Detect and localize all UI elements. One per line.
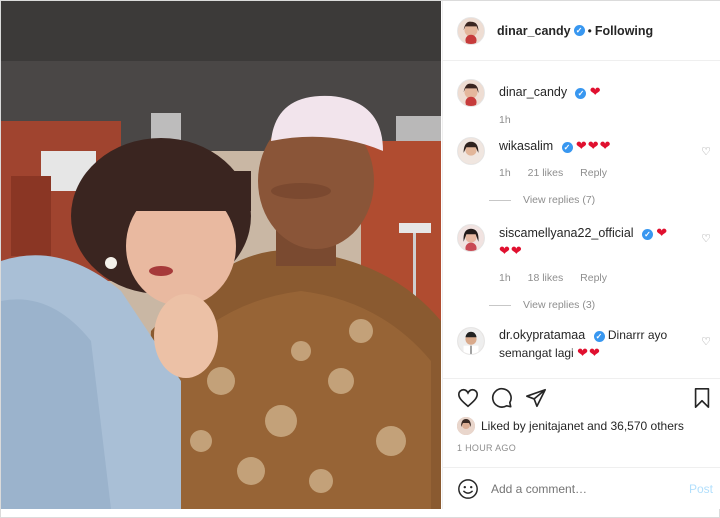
view-replies-label: View replies (3) (523, 299, 596, 311)
reply-button[interactable]: Reply (580, 272, 607, 284)
commenter-avatar[interactable] (457, 137, 485, 165)
likes-and: and (587, 419, 608, 433)
bookmark-icon[interactable] (691, 387, 713, 409)
comment-text-line2: ❤❤ (499, 243, 523, 258)
commenter-avatar[interactable] (457, 327, 485, 355)
comment-text-line2: semangat lagi (499, 346, 574, 360)
reply-button[interactable]: Reply (580, 167, 607, 179)
post-actions: Liked by jenitajanet and 36,570 others 1… (443, 378, 720, 509)
author-username[interactable]: dinar_candy (497, 24, 571, 38)
following-button[interactable]: Following (595, 24, 653, 38)
commenter-username[interactable]: wikasalim (499, 139, 553, 153)
caption-time[interactable]: 1h (499, 114, 511, 126)
add-comment-bar: Post (443, 467, 720, 510)
verified-badge-icon: ✓ (641, 229, 653, 240)
caption-avatar[interactable] (457, 79, 485, 107)
comments-list[interactable]: dinar_candy ✓ ❤ 1h wikasalim ✓ ❤❤❤ 1h 21… (443, 62, 720, 378)
commenter-username[interactable]: dr.okypratamaa (499, 328, 585, 342)
comment-item: wikasalim ✓ ❤❤❤ 1h 21 likes Reply ♡ View… (457, 137, 713, 206)
view-replies-button[interactable]: View replies (3) (489, 299, 713, 311)
comment-heart-icon[interactable]: ♡ (701, 335, 711, 348)
comment-heart-icon[interactable]: ♡ (701, 232, 711, 245)
comment-text: ❤❤❤ (575, 138, 612, 153)
post-side-panel: dinar_candy ✓ • Following dinar_candy ✓ (442, 1, 720, 509)
share-icon[interactable] (525, 387, 547, 409)
comment-text-line1: Dinarrr ayo (607, 328, 668, 342)
comment-likes[interactable]: 18 likes (528, 272, 564, 284)
comment-likes[interactable]: 21 likes (528, 167, 564, 179)
comment-item: dr.okypratamaa ✓ Dinarrr ayo semangat la… (457, 327, 713, 362)
comment-text-line1: ❤ (656, 225, 669, 240)
commenter-username[interactable]: siscamellyana22_official (499, 226, 634, 240)
first-liker[interactable]: jenitajanet (529, 419, 584, 433)
post-comment-button[interactable]: Post (689, 482, 713, 496)
verified-badge-icon: ✓ (575, 88, 587, 99)
likes-count[interactable]: 36,570 others (610, 419, 683, 433)
photo-illustration (1, 1, 441, 509)
caption-text: ❤ (589, 84, 602, 99)
comment-time[interactable]: 1h (499, 272, 511, 284)
view-replies-button[interactable]: View replies (7) (489, 194, 713, 206)
add-comment-input[interactable] (491, 482, 689, 496)
likes-prefix: Liked by (481, 419, 526, 433)
emoji-icon[interactable] (457, 478, 479, 500)
comment-hearts: ❤❤ (577, 345, 601, 360)
heart-icon[interactable] (457, 387, 479, 409)
instagram-post-window: dinar_candy ✓ • Following dinar_candy ✓ (0, 0, 720, 518)
post-header: dinar_candy ✓ • Following (443, 1, 720, 61)
likes-summary[interactable]: Liked by jenitajanet and 36,570 others (457, 417, 684, 435)
post-timestamp[interactable]: 1 HOUR AGO (457, 443, 516, 453)
comment-item: siscamellyana22_official ✓ ❤ ❤❤ 1h 18 li… (457, 224, 713, 311)
header-separator: • (587, 23, 592, 38)
verified-badge-icon: ✓ (573, 25, 585, 36)
view-replies-label: View replies (7) (523, 194, 596, 206)
comment-icon[interactable] (491, 387, 513, 409)
commenter-avatar[interactable] (457, 224, 485, 252)
comment-time[interactable]: 1h (499, 167, 511, 179)
author-avatar[interactable] (457, 16, 485, 45)
liker-avatar[interactable] (457, 417, 475, 435)
post-photo[interactable] (1, 1, 441, 509)
caption-item: dinar_candy ✓ ❤ 1h (457, 79, 713, 129)
action-icons-row (457, 387, 713, 413)
comment-heart-icon[interactable]: ♡ (701, 145, 711, 158)
caption-username[interactable]: dinar_candy (499, 85, 567, 99)
verified-badge-icon: ✓ (593, 331, 605, 342)
verified-badge-icon: ✓ (561, 142, 573, 153)
